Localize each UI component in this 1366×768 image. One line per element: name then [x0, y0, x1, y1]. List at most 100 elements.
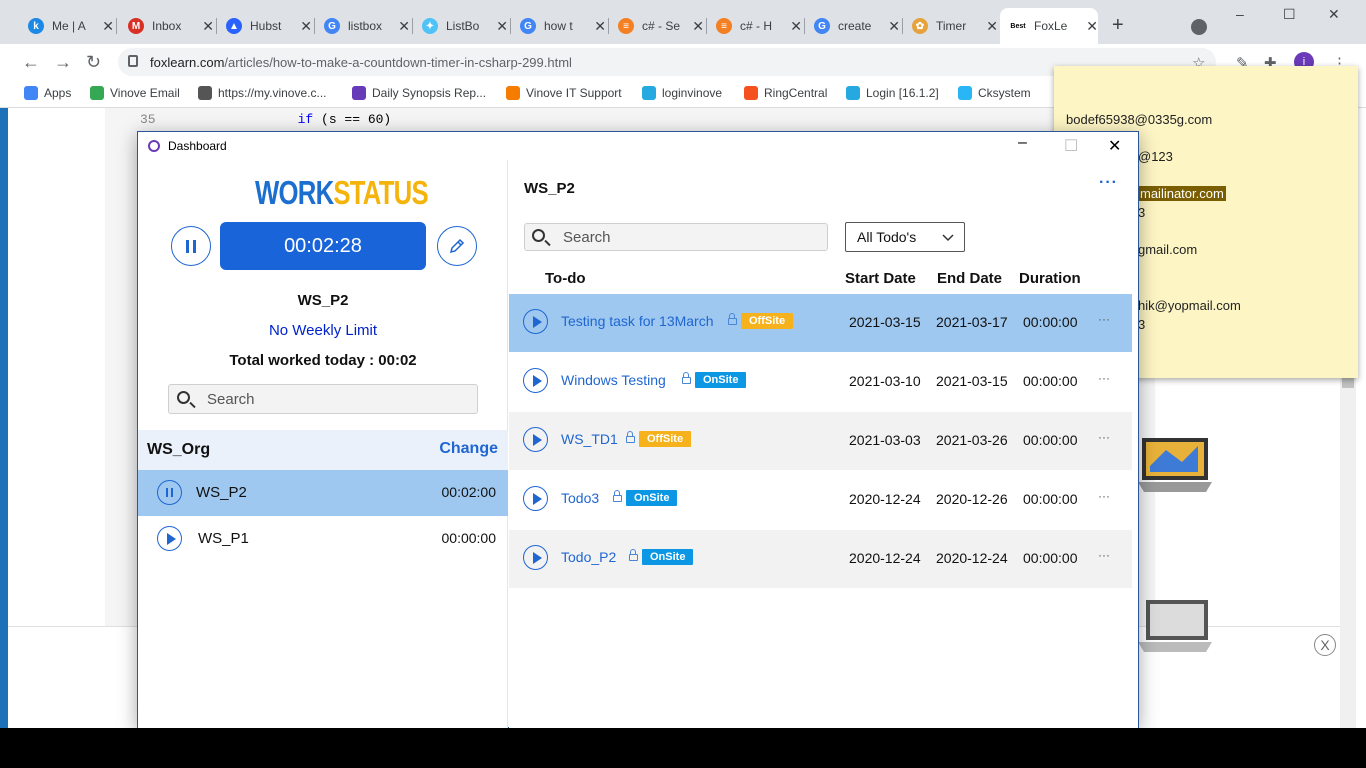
- pause-icon[interactable]: [157, 480, 182, 505]
- project-search-input[interactable]: Search: [168, 384, 478, 414]
- browser-tab[interactable]: ✦ ListBo ✕: [412, 8, 508, 44]
- back-arrow-icon[interactable]: ←: [22, 52, 40, 73]
- browser-tab[interactable]: ✿ Timer ✕: [902, 8, 998, 44]
- close-button[interactable]: ✕: [1108, 136, 1121, 156]
- tab-close-icon[interactable]: ✕: [102, 18, 114, 35]
- tab-close-icon[interactable]: ✕: [594, 18, 606, 35]
- project-row[interactable]: WS_P2 00:02:00: [138, 470, 508, 516]
- close-window-button[interactable]: ✕: [1328, 6, 1340, 23]
- bookmark-item[interactable]: loginvinove: [642, 86, 722, 100]
- minimize-window-button[interactable]: –: [1236, 6, 1244, 22]
- tab-favicon-icon: ✦: [422, 18, 438, 34]
- todo-filter-dropdown[interactable]: All Todo's: [845, 222, 965, 252]
- browser-tab[interactable]: Glistbox ✕: [314, 8, 410, 44]
- play-icon[interactable]: [157, 526, 182, 551]
- tab-title: Inbox: [152, 19, 182, 33]
- todo-row[interactable]: Windows Testing OnSite 2021-03-10 2021-0…: [509, 353, 1132, 411]
- play-icon[interactable]: [523, 486, 548, 511]
- todo-duration: 00:00:00: [1023, 373, 1078, 389]
- browser-tab[interactable]: M Inbox ✕: [118, 8, 214, 44]
- tab-close-icon[interactable]: ✕: [398, 18, 410, 35]
- change-organization-link[interactable]: Change: [439, 440, 498, 458]
- window-titlebar[interactable]: Dashboard – ☐ ✕: [138, 132, 1138, 160]
- tab-close-icon[interactable]: ✕: [790, 18, 802, 35]
- tab-search-icon[interactable]: [1191, 19, 1207, 35]
- minimize-button[interactable]: –: [1018, 134, 1027, 152]
- browser-tab[interactable]: ≡ c# - H ✕: [706, 8, 802, 44]
- note-line: hik@yopmail.com: [1138, 298, 1241, 313]
- tab-favicon-icon: ≡: [618, 18, 634, 34]
- browser-tab[interactable]: Ghow t ✕: [510, 8, 606, 44]
- lock-icon: [728, 313, 737, 325]
- browser-tab[interactable]: Gcreate ✕: [804, 8, 900, 44]
- row-more-icon[interactable]: ···: [1098, 548, 1110, 562]
- bookmark-item[interactable]: Cksystem: [958, 86, 1031, 100]
- laptop-ad-image[interactable]: [1136, 436, 1214, 496]
- forward-arrow-icon[interactable]: →: [54, 52, 72, 73]
- todo-row[interactable]: WS_TD1 OffSite 2021-03-03 2021-03-26 00:…: [509, 412, 1132, 470]
- url-path: /articles/how-to-make-a-countdown-timer-…: [224, 55, 572, 70]
- play-icon[interactable]: [523, 545, 548, 570]
- bookmark-favicon-icon: [24, 86, 38, 100]
- todo-name[interactable]: Windows Testing: [561, 372, 666, 388]
- edit-button[interactable]: [437, 226, 477, 266]
- tab-close-icon[interactable]: ✕: [986, 18, 998, 35]
- bookmark-favicon-icon: [90, 86, 104, 100]
- bookmark-label: https://my.vinove.c...: [218, 86, 327, 100]
- todo-name[interactable]: WS_TD1: [561, 431, 618, 447]
- play-icon[interactable]: [523, 309, 548, 334]
- project-row[interactable]: WS_P1 00:00:00: [138, 516, 508, 562]
- pause-button[interactable]: [171, 226, 211, 266]
- address-bar[interactable]: foxlearn.com/articles/how-to-make-a-coun…: [118, 48, 1216, 76]
- bookmark-item[interactable]: Vinove Email: [90, 86, 180, 100]
- tab-title: Timer: [936, 19, 967, 33]
- browser-tabstrip: k Me | A ✕ M Inbox ✕ ▲ Hubst ✕ Glistbox ✕ ✦ ListBo ✕ G…: [0, 0, 1366, 44]
- todo-row[interactable]: Testing task for 13March OffSite 2021-03…: [509, 294, 1132, 352]
- play-icon[interactable]: [523, 427, 548, 452]
- laptop-ad-image-2[interactable]: [1136, 596, 1214, 656]
- todo-name[interactable]: Testing task for 13March: [561, 313, 714, 329]
- tab-title: ListBo: [446, 19, 480, 33]
- browser-tab[interactable]: ≡ c# - Se ✕: [608, 8, 704, 44]
- bookmark-item[interactable]: Apps: [24, 86, 71, 100]
- tab-close-icon[interactable]: ✕: [888, 18, 900, 35]
- bookmark-item[interactable]: https://my.vinove.c...: [198, 86, 326, 100]
- more-options-icon[interactable]: ···: [1099, 174, 1118, 192]
- browser-tab[interactable]: ▲ Hubst ✕: [216, 8, 312, 44]
- new-tab-button[interactable]: +: [1112, 14, 1124, 37]
- tab-close-icon[interactable]: ✕: [496, 18, 508, 35]
- bookmark-item[interactable]: Login [16.1.2]: [846, 86, 939, 100]
- reload-icon[interactable]: ↻: [86, 52, 101, 73]
- play-triangle: [533, 493, 542, 505]
- onsite-badge: OnSite: [642, 549, 694, 565]
- browser-tab[interactable]: k Me | A ✕: [18, 8, 114, 44]
- play-icon[interactable]: [523, 368, 548, 393]
- bookmark-item[interactable]: Daily Synopsis Rep...: [352, 86, 486, 100]
- organization-header: WS_Org Change: [138, 430, 508, 470]
- row-more-icon[interactable]: ···: [1098, 371, 1110, 385]
- todo-name[interactable]: Todo_P2: [561, 549, 616, 565]
- todo-name[interactable]: Todo3: [561, 490, 599, 506]
- bookmark-item[interactable]: Vinove IT Support: [506, 86, 622, 100]
- maximize-window-button[interactable]: ☐: [1283, 6, 1296, 23]
- timer-display[interactable]: 00:02:28: [220, 222, 426, 270]
- tab-favicon-icon: k: [28, 18, 44, 34]
- tab-close-icon[interactable]: ✕: [300, 18, 312, 35]
- note-line-highlighted: mailinator.com: [1138, 186, 1226, 201]
- tab-close-icon[interactable]: ✕: [202, 18, 214, 35]
- todo-end-date: 2021-03-26: [936, 432, 1008, 448]
- row-more-icon[interactable]: ···: [1098, 430, 1110, 444]
- row-more-icon[interactable]: ···: [1098, 489, 1110, 503]
- tab-close-icon[interactable]: ✕: [692, 18, 704, 35]
- tab-close-icon[interactable]: ✕: [1086, 18, 1098, 35]
- row-more-icon[interactable]: ···: [1098, 312, 1110, 326]
- column-header-duration: Duration: [1019, 270, 1081, 287]
- ad-close-icon[interactable]: X: [1314, 634, 1336, 656]
- browser-tab[interactable]: Best FoxLe ✕: [1000, 8, 1098, 44]
- maximize-button[interactable]: ☐: [1064, 136, 1078, 156]
- todo-row[interactable]: Todo_P2 OnSite 2020-12-24 2020-12-24 00:…: [509, 530, 1132, 588]
- bookmark-favicon-icon: [198, 86, 212, 100]
- todo-row[interactable]: Todo3 OnSite 2020-12-24 2020-12-26 00:00…: [509, 471, 1132, 529]
- todo-search-input[interactable]: Search: [524, 223, 828, 251]
- bookmark-item[interactable]: RingCentral: [744, 86, 827, 100]
